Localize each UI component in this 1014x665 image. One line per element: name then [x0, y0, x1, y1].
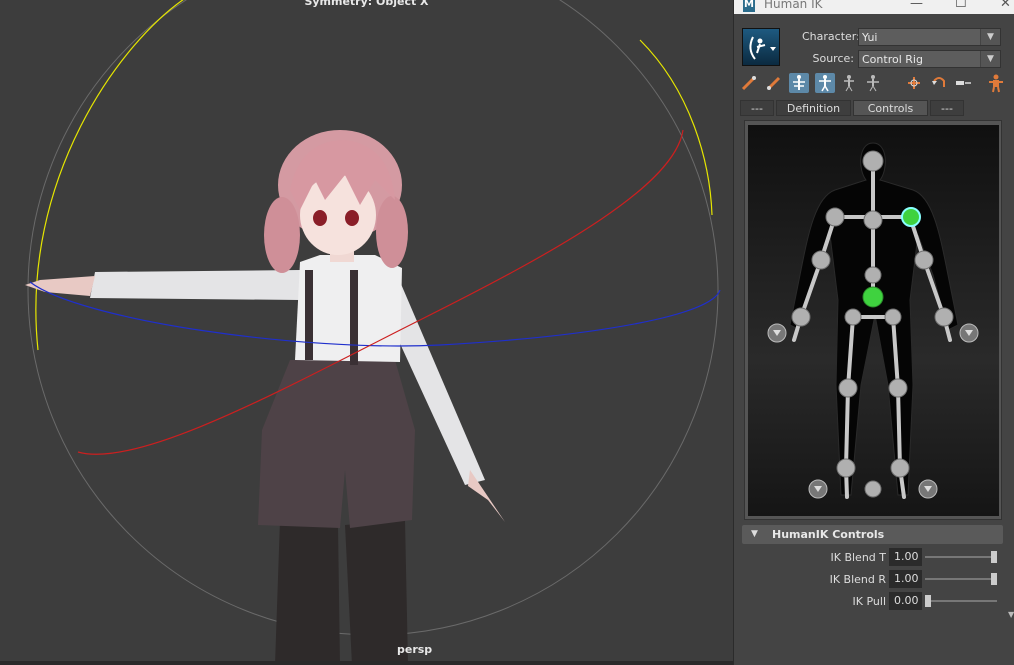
chest-effector[interactable]	[863, 210, 883, 230]
character-label: Character:	[802, 30, 860, 43]
left-shoulder-effector[interactable]	[825, 207, 845, 227]
source-label: Source:	[812, 52, 855, 65]
tab-definition[interactable]: Definition	[776, 100, 851, 116]
viewport-scene[interactable]	[0, 0, 733, 665]
hips-effector-selected[interactable]	[862, 286, 884, 308]
undo-pose-icon[interactable]	[929, 73, 949, 93]
3d-viewport[interactable]: Symmetry: Object X persp	[0, 0, 733, 665]
spine-effector[interactable]	[864, 266, 882, 284]
skeleton-picker	[744, 120, 1002, 520]
left-elbow-effector[interactable]	[811, 250, 831, 270]
right-hip-effector[interactable]	[884, 308, 902, 326]
right-elbow-effector[interactable]	[914, 250, 934, 270]
ik-blend-t-field[interactable]: 1.00	[889, 548, 922, 566]
ik-blend-r-slider[interactable]	[925, 578, 997, 580]
tab-left-extra[interactable]: ---	[740, 100, 774, 116]
left-hip-effector[interactable]	[844, 308, 862, 326]
maya-m-icon: M	[743, 0, 755, 12]
source-dropdown[interactable]: Control Rig ▼	[858, 50, 1001, 68]
pin-translation-icon[interactable]	[739, 73, 759, 93]
head-effector[interactable]	[862, 150, 884, 172]
character-dropdown[interactable]: Yui ▼	[858, 28, 1001, 46]
chevron-down-icon[interactable]: ▼	[980, 29, 1000, 45]
maximize-button[interactable]: ☐	[955, 0, 967, 11]
ik-pull-field[interactable]: 0.00	[889, 592, 922, 610]
ik-blend-t-slider-thumb[interactable]	[991, 551, 997, 563]
right-ankle-effector[interactable]	[890, 458, 910, 478]
left-ankle-effector[interactable]	[836, 458, 856, 478]
chevron-down-icon[interactable]: ▼	[980, 51, 1000, 67]
ik-pull-slider[interactable]	[925, 600, 997, 602]
reset-pose-icon[interactable]	[904, 73, 924, 93]
body-part-icon[interactable]	[815, 73, 835, 93]
ik-blend-r-slider-thumb[interactable]	[991, 573, 997, 585]
close-button[interactable]: ✕	[1000, 0, 1011, 11]
full-body-icon[interactable]	[789, 73, 809, 93]
skeleton-picker-canvas[interactable]	[748, 125, 999, 516]
right-shoulder-effector-selected[interactable]	[901, 207, 921, 227]
right-wrist-effector[interactable]	[934, 307, 954, 327]
camera-name: persp	[397, 643, 433, 656]
section-title: HumanIK Controls	[772, 528, 885, 541]
viewport-header-text: Symmetry: Object X	[304, 0, 429, 8]
ik-pull-label: IK Pull	[852, 595, 886, 608]
ik-pull-slider-thumb[interactable]	[925, 595, 931, 607]
scroll-down-icon[interactable]: ▼	[1008, 610, 1014, 619]
reference-effector[interactable]	[864, 480, 882, 498]
left-wrist-effector[interactable]	[791, 307, 811, 327]
ik-blend-t-label: IK Blend T	[830, 551, 887, 564]
humanik-logo-icon[interactable]	[742, 28, 780, 66]
pin-rotation-icon[interactable]	[764, 73, 784, 93]
panel-title: Human IK	[764, 0, 823, 11]
collapse-triangle-icon[interactable]: ▼	[751, 529, 758, 539]
right-knee-effector[interactable]	[888, 378, 908, 398]
ik-blend-t-slider[interactable]	[925, 556, 997, 558]
left-knee-effector[interactable]	[838, 378, 858, 398]
humanik-controls-section-header[interactable]: ▼ HumanIK Controls	[742, 525, 1003, 544]
selection-icon[interactable]	[839, 73, 859, 93]
viewport-bottom-bar	[0, 661, 733, 665]
ik-blend-r-label: IK Blend R	[829, 573, 886, 586]
source-value: Control Rig	[862, 53, 923, 66]
character-icon[interactable]	[986, 73, 1006, 93]
panel-titlebar[interactable]: M Human IK — ☐ ✕	[734, 0, 1014, 14]
tab-right-extra[interactable]: ---	[930, 100, 964, 116]
mirror-icon[interactable]	[953, 73, 973, 93]
tab-controls[interactable]: Controls	[853, 100, 928, 116]
human-ik-panel: M Human IK — ☐ ✕ Character: Yui ▼ Source…	[733, 0, 1014, 665]
stance-icon[interactable]	[863, 73, 883, 93]
minimize-button[interactable]: —	[910, 0, 923, 11]
character-value: Yui	[862, 31, 878, 44]
ik-blend-r-field[interactable]: 1.00	[889, 570, 922, 588]
